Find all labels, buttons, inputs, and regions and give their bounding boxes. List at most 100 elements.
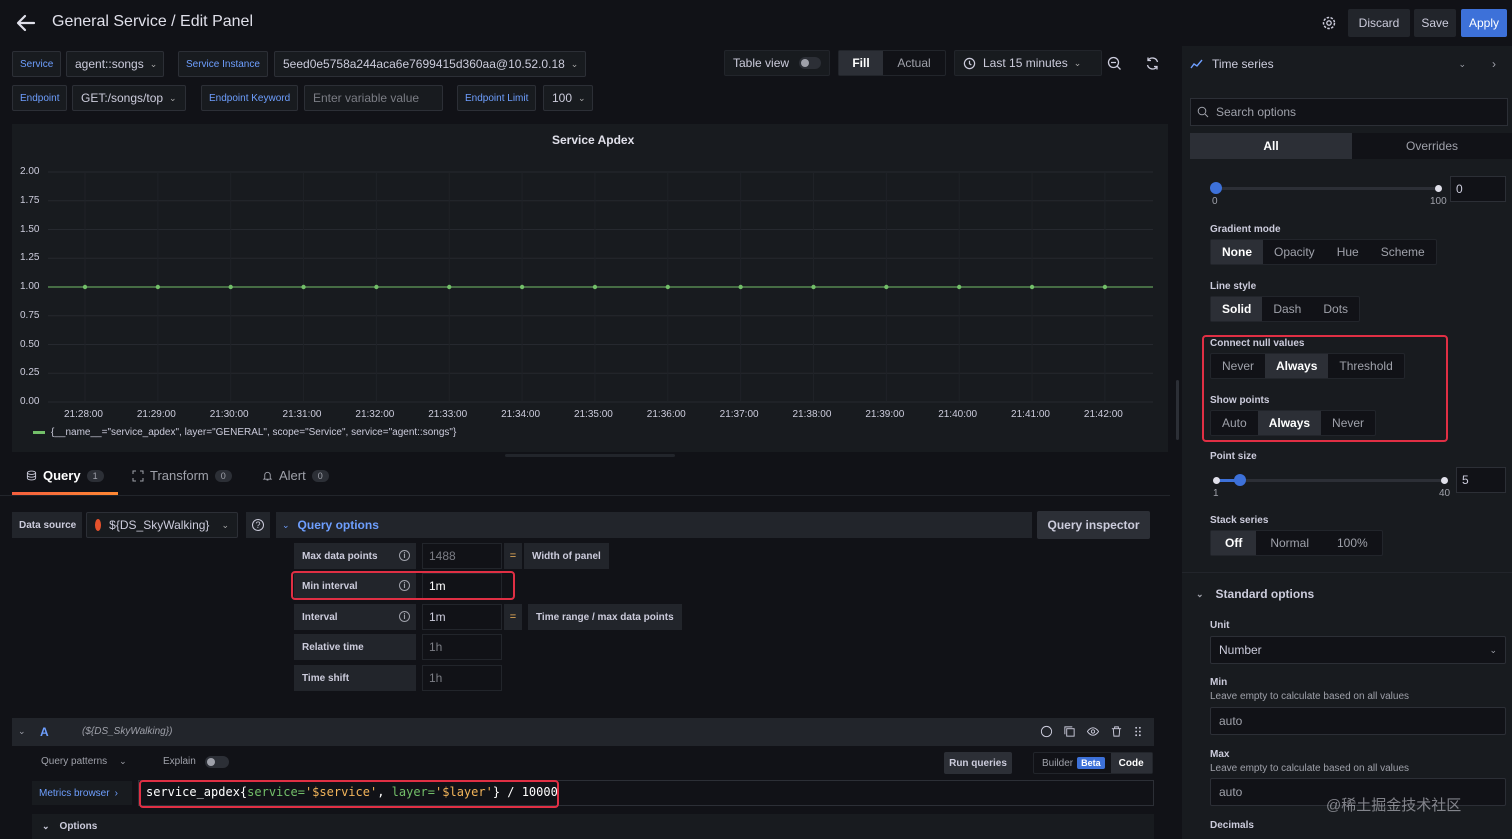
fill-opacity-track[interactable] [1216, 187, 1439, 190]
line-style-label: Line style [1210, 281, 1257, 292]
fill-opacity-input[interactable]: 0 [1450, 176, 1506, 202]
explain-label: Explain [163, 756, 196, 767]
min-interval-highlight [291, 571, 515, 600]
gradient-scheme-option[interactable]: Scheme [1370, 240, 1436, 264]
line-dash-option[interactable]: Dash [1262, 297, 1312, 321]
data-point[interactable] [519, 284, 525, 290]
explain-toggle[interactable] [205, 756, 229, 768]
help-circle-icon[interactable] [1040, 725, 1053, 738]
max-data-points-label: Max data points i [294, 543, 416, 569]
interval-suffix: Time range / max data points [528, 604, 682, 630]
stack-off-option[interactable]: Off [1211, 531, 1257, 555]
max-description: Leave empty to calculate based on all va… [1210, 763, 1410, 774]
datasource-select[interactable]: ${DS_SkyWalking} ⌄ [86, 512, 238, 538]
slider-start-dot [1213, 477, 1220, 484]
gradient-opacity-option[interactable]: Opacity [1263, 240, 1326, 264]
panel-resize-handle[interactable] [505, 454, 675, 457]
beta-badge: Beta [1077, 757, 1105, 769]
tabs-divider [0, 495, 1170, 496]
unit-label: Unit [1210, 620, 1230, 631]
copy-icon[interactable] [1063, 725, 1076, 738]
equals-sign: = [504, 543, 522, 569]
tab-alert-count: 0 [311, 469, 329, 482]
stack-series-group: Off Normal 100% [1210, 530, 1383, 556]
pane-resize-handle[interactable] [1176, 380, 1179, 440]
eye-icon[interactable] [1086, 725, 1100, 738]
slider-end-dot [1441, 477, 1448, 484]
point-size-thumb[interactable] [1233, 474, 1246, 486]
run-queries-button[interactable]: Run queries [944, 752, 1012, 774]
chart-legend[interactable]: {__name__="service_apdex", layer="GENERA… [33, 427, 456, 438]
point-size-min: 1 [1213, 488, 1219, 499]
datasource-value: ${DS_SkyWalking} [109, 518, 210, 532]
query-inspector-button[interactable]: Query inspector [1037, 511, 1150, 539]
tab-alert[interactable]: Alert 0 [262, 468, 329, 483]
data-point[interactable] [301, 284, 306, 290]
visualization-picker[interactable]: Time series ⌄ › [1182, 50, 1508, 78]
trash-icon[interactable] [1110, 725, 1123, 738]
query-row-header[interactable] [12, 718, 1154, 746]
width-of-panel-label: Width of panel [524, 543, 609, 569]
chevron-down-icon: ⌄ [1458, 58, 1466, 69]
options-tabs: All Overrides [1190, 133, 1512, 159]
chevron-down-icon[interactable]: ⌄ [18, 726, 26, 737]
options-section[interactable]: ⌄ Options [32, 814, 1154, 839]
point-size-track[interactable] [1216, 479, 1445, 482]
max-data-points-input[interactable]: 1488 [422, 543, 502, 569]
search-options-input[interactable]: Search options [1190, 98, 1508, 126]
data-point[interactable] [447, 284, 452, 290]
fill-opacity-thumb[interactable] [1210, 182, 1222, 194]
tab-transform-label: Transform [150, 468, 209, 483]
apply-button[interactable]: Apply [1461, 9, 1507, 37]
tab-query[interactable]: Query 1 [26, 468, 104, 483]
data-point[interactable] [228, 284, 233, 290]
decimals-label: Decimals [1210, 820, 1254, 831]
stack-100-option[interactable]: 100% [1323, 531, 1382, 555]
point-size-input[interactable]: 5 [1456, 467, 1506, 493]
code-option[interactable]: Code [1110, 753, 1152, 773]
gradient-none-option[interactable]: None [1211, 240, 1263, 264]
watermark: @稀土掘金技术社区 [1326, 797, 1462, 814]
gradient-hue-option[interactable]: Hue [1326, 240, 1370, 264]
query-options-toggle[interactable]: ⌄ Query options [276, 512, 1032, 538]
query-letter: A [40, 725, 49, 739]
data-point[interactable] [374, 284, 379, 290]
data-point[interactable] [665, 284, 670, 290]
data-point[interactable] [155, 284, 161, 290]
point-size-max: 40 [1439, 488, 1451, 499]
tab-overrides[interactable]: Overrides [1352, 133, 1512, 159]
discard-button[interactable]: Discard [1348, 9, 1410, 37]
tab-all[interactable]: All [1190, 133, 1352, 159]
data-point[interactable] [82, 284, 88, 290]
data-point[interactable] [811, 284, 816, 290]
line-solid-option[interactable]: Solid [1211, 297, 1263, 321]
point-size-label: Point size [1210, 451, 1257, 462]
save-button[interactable]: Save [1414, 9, 1456, 37]
data-point[interactable] [738, 284, 743, 290]
data-point[interactable] [592, 284, 598, 290]
min-input[interactable]: auto [1210, 707, 1506, 735]
builder-option[interactable]: Builder [1034, 758, 1077, 769]
query-patterns-dropdown[interactable]: Query patterns ⌄ [41, 756, 127, 767]
data-point[interactable] [957, 284, 962, 290]
data-point[interactable] [1029, 284, 1035, 290]
data-point[interactable] [1102, 284, 1108, 290]
line-dots-option[interactable]: Dots [1312, 297, 1359, 321]
metrics-browser-button[interactable]: Metrics browser › [32, 781, 132, 805]
tab-transform[interactable]: Transform 0 [132, 468, 232, 483]
settings-gear-icon[interactable] [1314, 8, 1344, 38]
help-icon[interactable]: ? [246, 512, 270, 538]
chevron-down-icon: ⌄ [1196, 588, 1204, 599]
stack-normal-option[interactable]: Normal [1256, 531, 1323, 555]
data-point[interactable] [884, 284, 889, 290]
active-tab-indicator [12, 492, 118, 495]
drag-handle-icon[interactable] [1133, 725, 1143, 738]
tab-alert-label: Alert [279, 468, 306, 483]
relative-time-input[interactable]: 1h [422, 634, 502, 660]
standard-options-header[interactable]: ⌄ Standard options [1196, 587, 1314, 601]
tab-transform-count: 0 [214, 469, 232, 482]
time-shift-input[interactable]: 1h [422, 665, 502, 691]
min-label: Min [1210, 677, 1228, 688]
slider-end-dot [1435, 185, 1442, 192]
unit-select[interactable]: Number ⌄ [1210, 636, 1506, 664]
